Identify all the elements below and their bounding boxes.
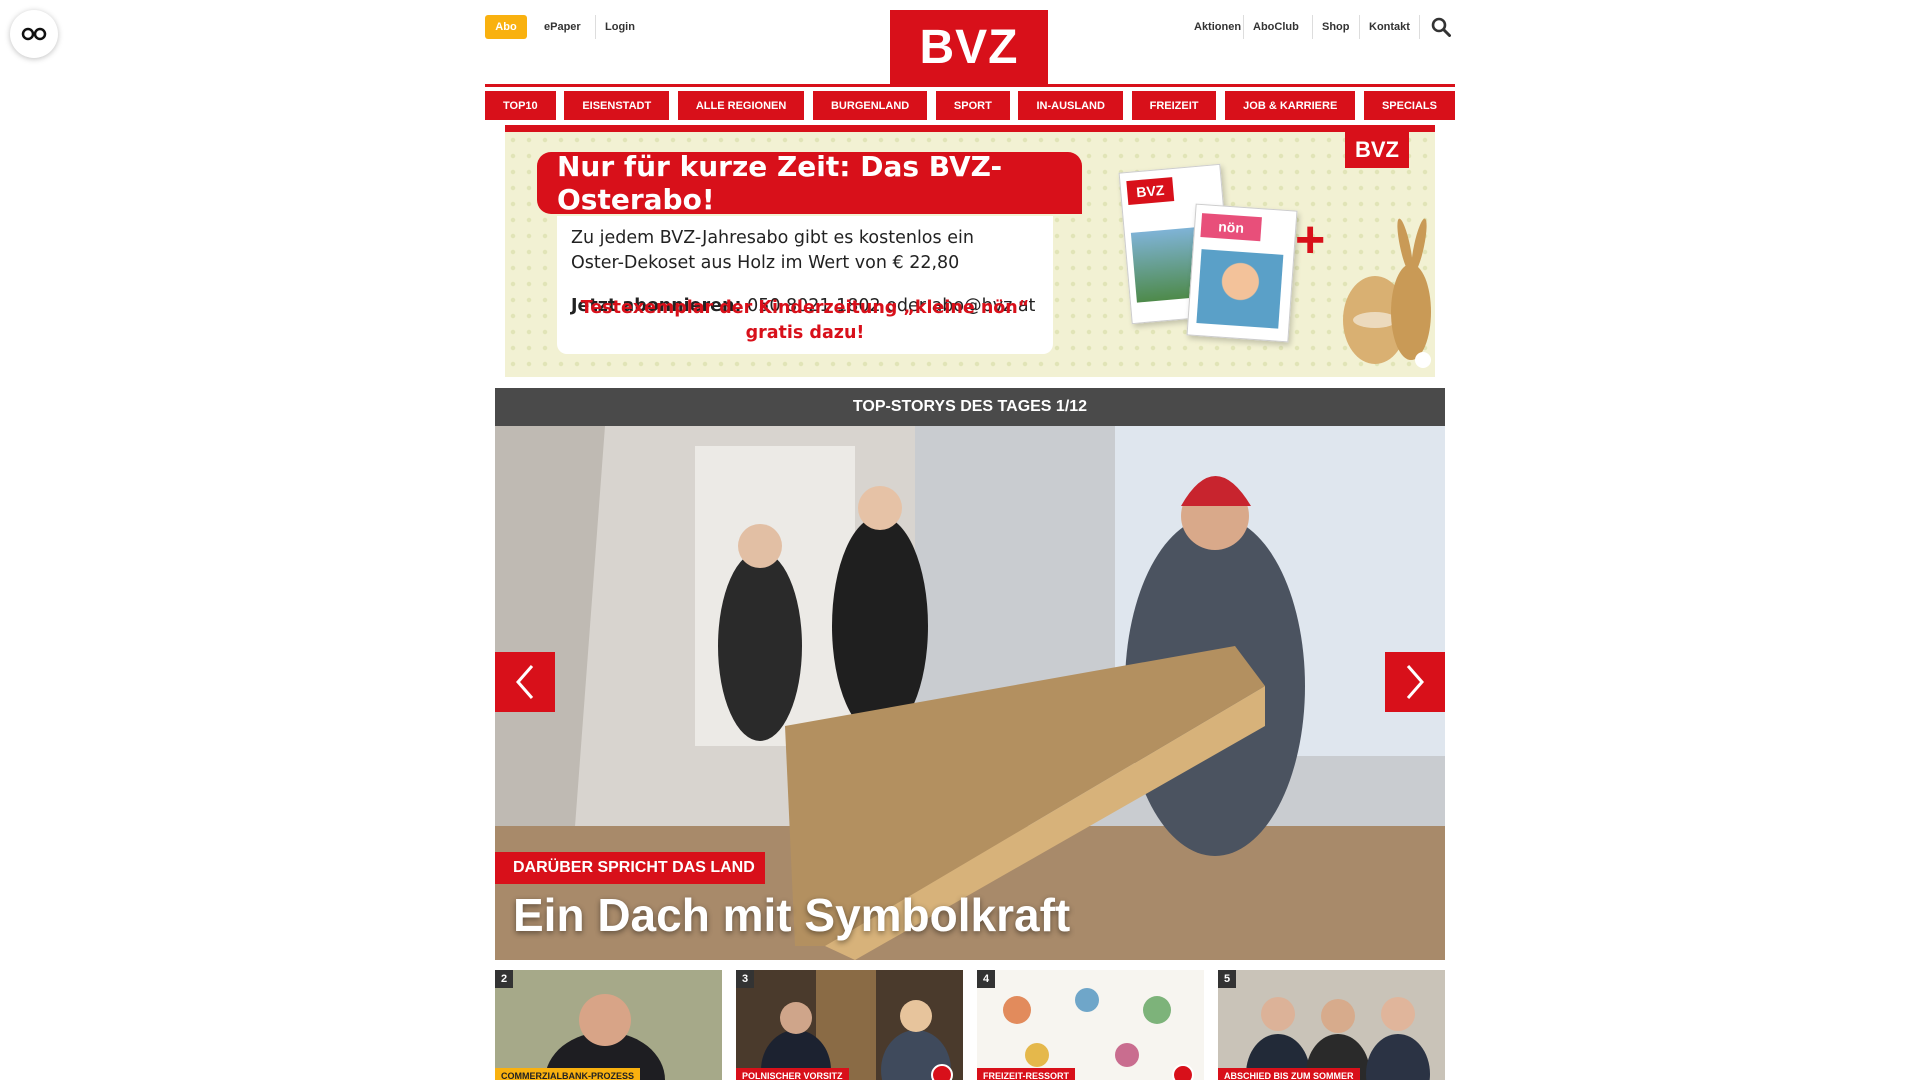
abo-button[interactable]: Abo — [485, 15, 527, 39]
story-thumb-tag: COMMERZIALBANK-PROZESS — [495, 1068, 640, 1080]
main-navigation: TOP10 EISENSTADT ALLE REGIONEN BURGENLAN… — [485, 91, 1455, 120]
story-thumb-number: 5 — [1218, 970, 1236, 988]
epaper-link[interactable]: ePaper — [535, 15, 590, 39]
carousel-title: TOP-STORYS DES TAGES 1/12 — [495, 388, 1445, 426]
story-thumb-4[interactable]: 4 FREIZEIT-RESSORT — [977, 970, 1204, 1080]
aktionen-link[interactable]: Aktionen — [1185, 15, 1250, 39]
story-thumbnails: 2 COMMERZIALBANK-PROZESS 3 POLNISCHER VO… — [495, 970, 1445, 1080]
story-kicker: DARÜBER SPRICHT DAS LAND — [495, 852, 765, 884]
nav-item-freizeit[interactable]: FREIZEIT — [1131, 91, 1217, 120]
story-thumb-tag: POLNISCHER VORSITZ — [736, 1068, 849, 1080]
chevron-left-icon — [516, 665, 534, 699]
story-thumb-number: 2 — [495, 970, 513, 988]
carousel-next-button[interactable] — [1385, 652, 1445, 712]
accessibility-button[interactable] — [10, 10, 58, 58]
carousel-prev-button[interactable] — [495, 652, 555, 712]
magazine-noen-logo: nön — [1200, 213, 1262, 242]
shop-link[interactable]: Shop — [1312, 15, 1359, 39]
banner-headline: Nur für kurze Zeit: Das BVZ-Osterabo! — [537, 150, 1082, 216]
top-stories-carousel: TOP-STORYS DES TAGES 1/12 DARÜBER SPRICH… — [495, 388, 1445, 960]
search-icon — [1431, 17, 1451, 37]
location-pin-icon — [931, 1064, 953, 1080]
promo-banner[interactable]: Nur für kurze Zeit: Das BVZ-Osterabo! Zu… — [505, 125, 1435, 377]
header-divider — [485, 84, 1455, 87]
story-thumb-5[interactable]: 5 ABSCHIED BIS ZUM SOMMER — [1218, 970, 1445, 1080]
kontakt-link[interactable]: Kontakt — [1359, 15, 1420, 39]
story-thumb-image — [736, 970, 963, 1080]
story-thumb-image — [977, 970, 1204, 1080]
banner-logo: BVZ — [1345, 132, 1409, 168]
banner-line-1: Zu jedem BVZ-Jahresabo gibt es kostenlos… — [571, 228, 974, 248]
accessibility-toggle-icon — [21, 27, 47, 41]
nav-item-alle-regionen[interactable]: ALLE REGIONEN — [677, 91, 805, 120]
plus-sign: + — [1295, 211, 1326, 269]
story-thumb-2[interactable]: 2 COMMERZIALBANK-PROZESS — [495, 970, 722, 1080]
easter-decoration-image — [1343, 218, 1431, 368]
nav-item-burgenland[interactable]: BURGENLAND — [812, 91, 928, 120]
banner-line-2: Oster-Dekoset aus Holz im Wert von € 22,… — [571, 253, 960, 273]
story-thumb-number: 3 — [736, 970, 754, 988]
story-thumb-image — [495, 970, 722, 1080]
carousel-main-image[interactable]: DARÜBER SPRICHT DAS LAND Ein Dach mit Sy… — [495, 426, 1445, 960]
magazine-kleine-noen-image: nön — [1186, 203, 1298, 343]
nav-item-job-karriere[interactable]: JOB & KARRIERE — [1225, 91, 1356, 120]
nav-item-eisenstadt[interactable]: EISENSTADT — [564, 91, 670, 120]
story-thumb-number: 4 — [977, 970, 995, 988]
site-container: Abo ePaper Login BVZ Aktionen AboClub Sh… — [485, 0, 1455, 1080]
story-thumb-3[interactable]: 3 POLNISCHER VORSITZ — [736, 970, 963, 1080]
aboclub-link[interactable]: AboClub — [1243, 15, 1308, 39]
story-headline[interactable]: Ein Dach mit Symbolkraft — [513, 888, 1070, 942]
site-logo[interactable]: BVZ — [890, 10, 1048, 84]
login-link[interactable]: Login — [595, 15, 644, 39]
nav-item-sport[interactable]: SPORT — [935, 91, 1010, 120]
banner-free-copy-note: Testexemplar der Kinderzeitung „kleine n… — [580, 298, 1030, 343]
story-thumb-tag: ABSCHIED BIS ZUM SOMMER — [1218, 1068, 1360, 1080]
top-bar: Abo ePaper Login BVZ Aktionen AboClub Sh… — [485, 0, 1455, 84]
nav-item-in-ausland[interactable]: IN-AUSLAND — [1018, 91, 1123, 120]
location-pin-icon — [1172, 1064, 1194, 1080]
story-thumb-image — [1218, 970, 1445, 1080]
banner-text-box: Zu jedem BVZ-Jahresabo gibt es kostenlos… — [557, 216, 1053, 354]
search-button[interactable] — [1430, 16, 1452, 38]
nav-item-top10[interactable]: TOP10 — [485, 91, 556, 120]
chevron-right-icon — [1406, 665, 1424, 699]
magazine-bvz-logo: BVZ — [1126, 177, 1175, 205]
story-thumb-tag: FREIZEIT-RESSORT — [977, 1068, 1076, 1080]
nav-item-specials[interactable]: SPECIALS — [1363, 91, 1455, 120]
